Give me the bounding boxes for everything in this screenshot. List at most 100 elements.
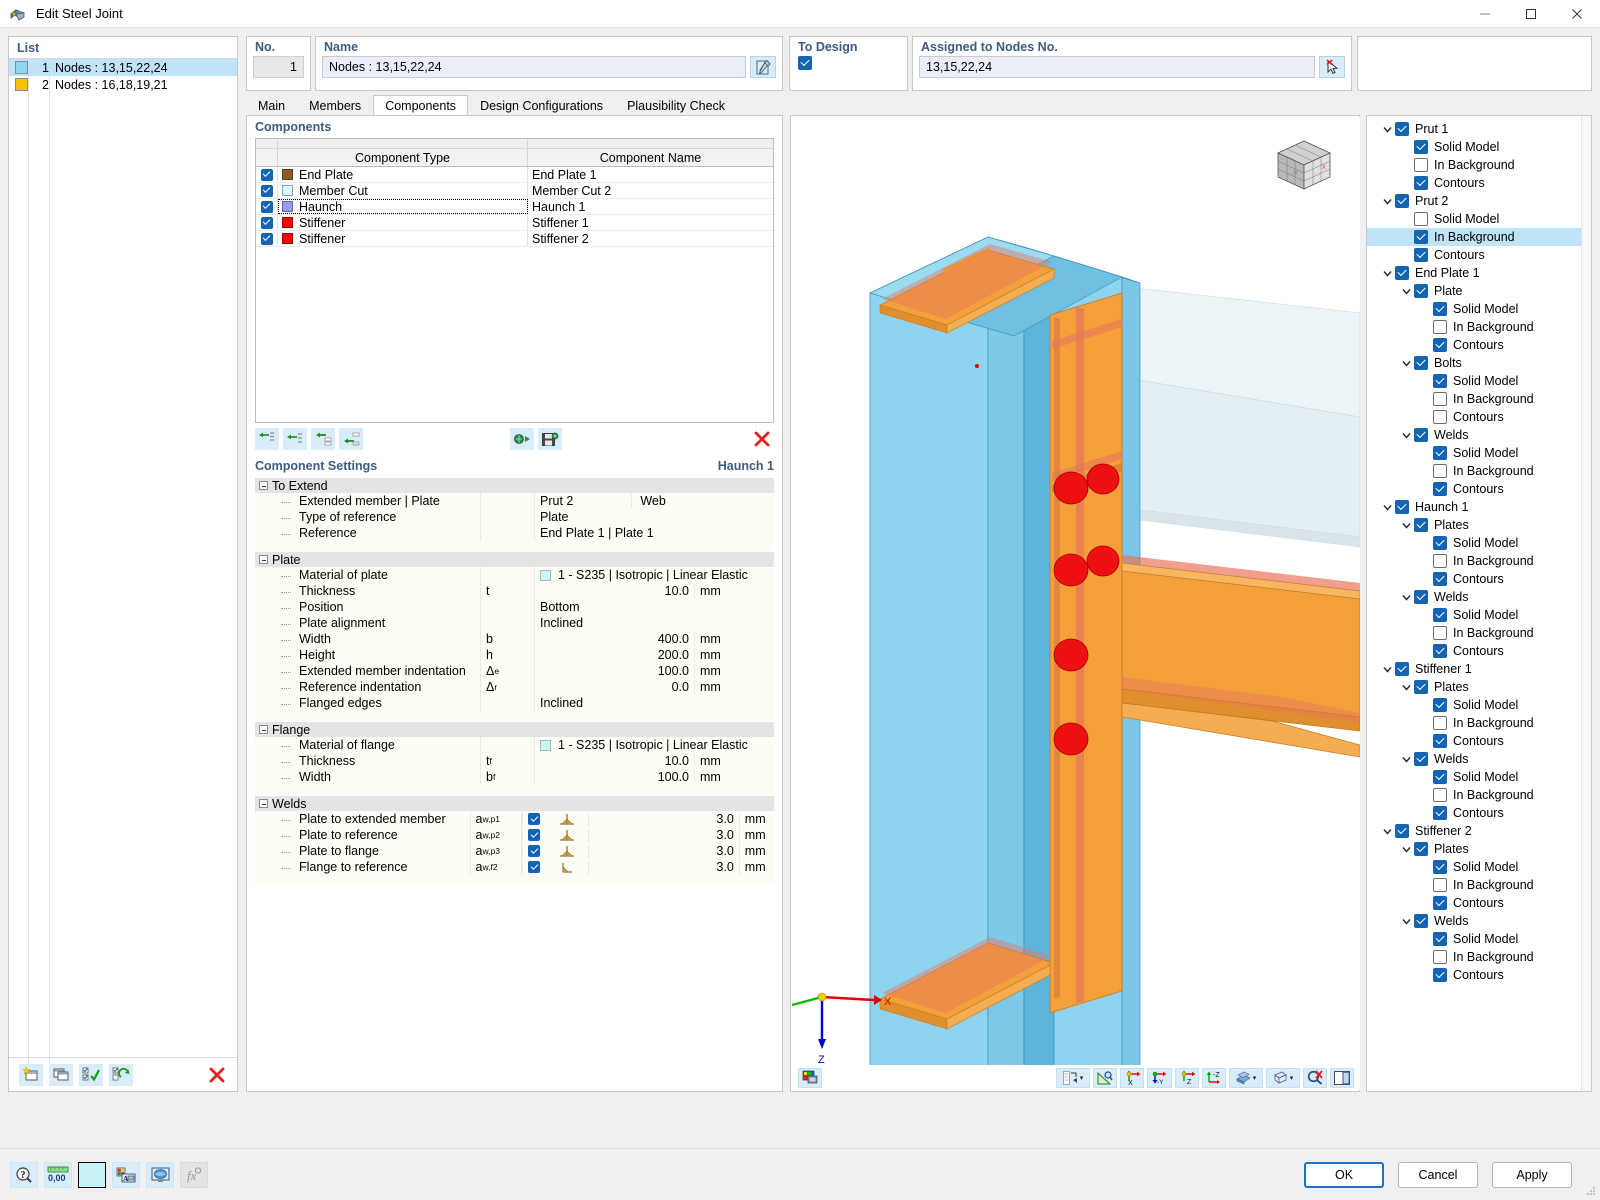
measure-button[interactable] <box>1093 1067 1117 1088</box>
reset-view-button[interactable] <box>1303 1067 1327 1088</box>
tree-node[interactable]: Prut 2 <box>1367 192 1591 210</box>
settings-row[interactable]: Plate alignment Inclined <box>255 615 774 631</box>
tree-node[interactable]: Welds <box>1367 912 1591 930</box>
tree-node-checkbox[interactable] <box>1395 266 1409 280</box>
tree-node[interactable]: Welds <box>1367 426 1591 444</box>
component-type-cell[interactable]: Stiffener <box>278 231 528 246</box>
minimize-button[interactable] <box>1462 0 1508 28</box>
chevron-down-icon[interactable] <box>1379 198 1395 205</box>
tree-node-checkbox[interactable] <box>1433 572 1447 586</box>
double-fillet-weld-icon[interactable] <box>546 828 589 842</box>
tab-main[interactable]: Main <box>246 95 297 115</box>
tree-node-checkbox[interactable] <box>1433 554 1447 568</box>
settings-group-header[interactable]: To Extend <box>255 477 774 493</box>
settings-row[interactable]: Material of plate 1 - S235 | Isotropic | … <box>255 567 774 583</box>
tree-node[interactable]: Solid Model <box>1367 858 1591 876</box>
insert-component-button[interactable] <box>255 428 279 450</box>
settings-value-extra[interactable]: Web <box>631 494 666 508</box>
tree-node[interactable]: In Background <box>1367 624 1591 642</box>
settings-row[interactable]: Width b f 100.0 mm <box>255 769 774 785</box>
display-properties-button[interactable]: ▾ <box>1056 1067 1090 1088</box>
to-design-checkbox[interactable] <box>798 56 812 70</box>
tree-node[interactable]: In Background <box>1367 390 1591 408</box>
settings-group-header[interactable]: Flange <box>255 721 774 737</box>
tree-node-checkbox[interactable] <box>1433 302 1447 316</box>
tab-plausibility-check[interactable]: Plausibility Check <box>615 95 737 115</box>
display-navigator-button[interactable] <box>146 1161 174 1188</box>
tree-node-checkbox[interactable] <box>1433 950 1447 964</box>
model-viewport[interactable]: -Y X X Y Z <box>792 117 1360 1067</box>
tree-node[interactable]: Stiffener 1 <box>1367 660 1591 678</box>
collapse-icon[interactable] <box>259 481 268 490</box>
view-in-z-button[interactable]: Z <box>1175 1067 1199 1088</box>
maximize-button[interactable] <box>1508 0 1554 28</box>
settings-value[interactable]: Plate <box>535 510 774 524</box>
tree-node-checkbox[interactable] <box>1433 932 1447 946</box>
view-in-minus-y-button[interactable]: -Y <box>1147 1067 1172 1088</box>
tree-node[interactable]: Solid Model <box>1367 606 1591 624</box>
tree-node-checkbox[interactable] <box>1433 320 1447 334</box>
settings-value[interactable]: 400.0 <box>535 632 695 646</box>
wireframe-mode-button[interactable]: ▾ <box>1266 1067 1300 1088</box>
settings-value[interactable]: Inclined <box>535 696 774 710</box>
settings-group-header[interactable]: Plate <box>255 551 774 567</box>
settings-row[interactable]: Extended member indentation Δe 100.0 mm <box>255 663 774 679</box>
tree-node-checkbox[interactable] <box>1395 194 1409 208</box>
tree-node[interactable]: In Background <box>1367 714 1591 732</box>
component-enabled-checkbox[interactable] <box>256 215 278 230</box>
component-name-cell[interactable]: Haunch 1 <box>528 199 773 214</box>
settings-group-header[interactable]: Welds <box>255 795 774 811</box>
component-enabled-checkbox[interactable] <box>256 199 278 214</box>
component-type-cell[interactable]: Member Cut <box>278 183 528 198</box>
chevron-down-icon[interactable] <box>1398 288 1414 295</box>
settings-value[interactable]: 3.0 <box>589 812 740 826</box>
settings-row[interactable]: Reference End Plate 1 | Plate 1 <box>255 525 774 541</box>
settings-value[interactable]: 10.0 <box>535 584 695 598</box>
close-button[interactable] <box>1554 0 1600 28</box>
assigned-nodes-input[interactable]: 13,15,22,24 <box>919 56 1315 78</box>
tree-node[interactable]: Solid Model <box>1367 930 1591 948</box>
tree-node[interactable]: Contours <box>1367 894 1591 912</box>
chevron-down-icon[interactable] <box>1379 504 1395 511</box>
tree-node-checkbox[interactable] <box>1414 356 1428 370</box>
tree-node[interactable]: In Background <box>1367 948 1591 966</box>
tree-node[interactable]: Solid Model <box>1367 300 1591 318</box>
tree-node[interactable]: In Background <box>1367 228 1591 246</box>
tree-node-checkbox[interactable] <box>1414 752 1428 766</box>
settings-row[interactable]: Reference indentation Δr 0.0 mm <box>255 679 774 695</box>
tree-node-checkbox[interactable] <box>1395 824 1409 838</box>
tree-node-checkbox[interactable] <box>1433 644 1447 658</box>
tree-node-checkbox[interactable] <box>1433 896 1447 910</box>
chevron-down-icon[interactable] <box>1398 360 1414 367</box>
component-type-cell[interactable]: Haunch <box>278 199 528 214</box>
settings-row[interactable]: Thickness t f 10.0 mm <box>255 753 774 769</box>
weld-enabled-checkbox[interactable] <box>521 845 547 857</box>
settings-value[interactable]: 100.0 <box>535 664 695 678</box>
tree-node-checkbox[interactable] <box>1414 212 1428 226</box>
tree-node[interactable]: Solid Model <box>1367 696 1591 714</box>
chevron-down-icon[interactable] <box>1379 270 1395 277</box>
invert-selection-button[interactable] <box>109 1063 133 1086</box>
chevron-down-icon[interactable] <box>1379 828 1395 835</box>
tree-node-checkbox[interactable] <box>1433 770 1447 784</box>
settings-value[interactable]: 100.0 <box>535 770 695 784</box>
settings-row[interactable]: Height h 200.0 mm <box>255 647 774 663</box>
tree-node[interactable]: In Background <box>1367 876 1591 894</box>
tree-node[interactable]: Plates <box>1367 516 1591 534</box>
tree-node-checkbox[interactable] <box>1395 122 1409 136</box>
tree-node[interactable]: Solid Model <box>1367 768 1591 786</box>
chevron-down-icon[interactable] <box>1379 126 1395 133</box>
tree-node[interactable]: Contours <box>1367 336 1591 354</box>
tree-node[interactable]: Bolts <box>1367 354 1591 372</box>
select-all-button[interactable] <box>79 1063 103 1086</box>
tree-node[interactable]: Plate <box>1367 282 1591 300</box>
color-swatch-button[interactable] <box>78 1161 106 1188</box>
view-in-x-button[interactable]: X <box>1120 1067 1144 1088</box>
component-type-cell[interactable]: Stiffener <box>278 215 528 230</box>
settings-value[interactable]: 3.0 <box>589 828 740 842</box>
tree-node-checkbox[interactable] <box>1414 284 1428 298</box>
chevron-down-icon[interactable] <box>1398 594 1414 601</box>
settings-value[interactable]: End Plate 1 | Plate 1 <box>535 526 774 540</box>
settings-value[interactable]: 3.0 <box>589 860 740 874</box>
tree-node-checkbox[interactable] <box>1414 428 1428 442</box>
